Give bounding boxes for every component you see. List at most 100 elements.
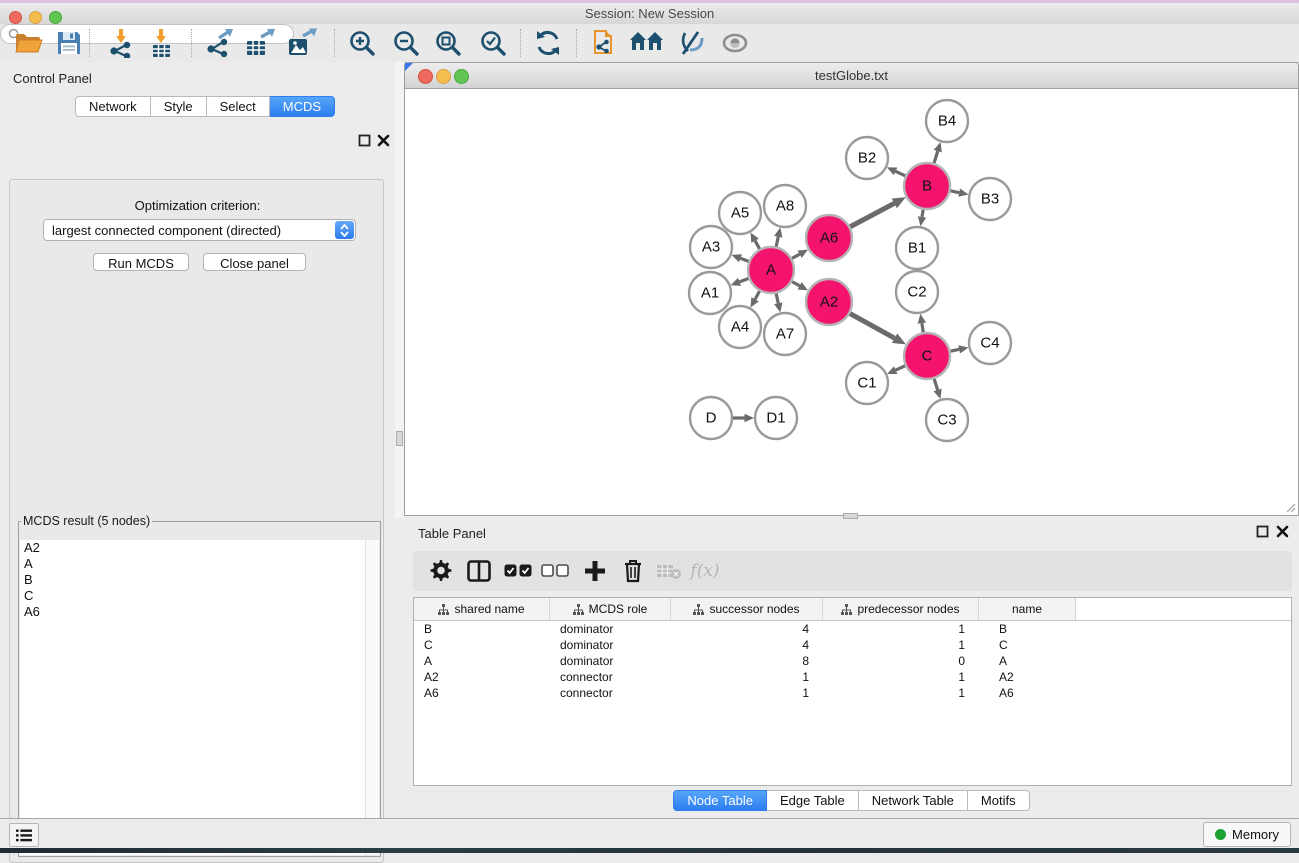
deselect-all-columns-icon[interactable] xyxy=(541,558,569,584)
column-header-successor-nodes[interactable]: successor nodes xyxy=(671,598,823,620)
column-header-shared-name[interactable]: shared name xyxy=(414,598,550,620)
tab-style[interactable]: Style xyxy=(151,96,207,117)
table-cell[interactable]: connector xyxy=(550,670,671,684)
import-table-icon[interactable] xyxy=(144,28,178,58)
edge-C-C4[interactable] xyxy=(951,345,969,353)
graph-node-D[interactable]: D xyxy=(690,397,732,439)
edge-B-B4[interactable] xyxy=(934,142,942,163)
edge-A6-B[interactable] xyxy=(850,197,906,227)
graph-node-A2[interactable]: A2 xyxy=(806,279,852,325)
tab-mcds[interactable]: MCDS xyxy=(270,96,335,117)
edge-B-B3[interactable] xyxy=(951,188,969,196)
edge-A-A2[interactable] xyxy=(792,282,808,291)
graph-node-A[interactable]: A xyxy=(748,247,794,293)
table-cell[interactable]: 1 xyxy=(823,686,979,700)
export-network-icon[interactable] xyxy=(203,28,237,58)
export-table-icon[interactable] xyxy=(243,28,277,58)
table-cell[interactable]: 1 xyxy=(823,638,979,652)
zoom-in-icon[interactable] xyxy=(345,28,379,58)
mcds-result-item[interactable]: A xyxy=(20,556,379,572)
tab-network[interactable]: Network xyxy=(75,96,151,117)
graph-node-C1[interactable]: C1 xyxy=(846,362,888,404)
table-cell[interactable]: 8 xyxy=(671,654,823,668)
tab-node-table[interactable]: Node Table xyxy=(673,790,767,811)
split-view-icon[interactable] xyxy=(465,558,493,584)
mcds-result-item[interactable]: A6 xyxy=(20,604,379,620)
edge-A-A3[interactable] xyxy=(732,254,749,262)
zoom-out-icon[interactable] xyxy=(389,28,423,58)
table-cell[interactable]: B xyxy=(979,622,1076,636)
table-cell[interactable]: 1 xyxy=(823,670,979,684)
eye-icon[interactable] xyxy=(718,28,752,58)
mcds-result-item[interactable]: B xyxy=(20,572,379,588)
table-cell[interactable]: 4 xyxy=(671,622,823,636)
refresh-icon[interactable] xyxy=(531,28,565,58)
graph-node-B3[interactable]: B3 xyxy=(969,178,1011,220)
column-header-predecessor-nodes[interactable]: predecessor nodes xyxy=(823,598,979,620)
graph-node-A7[interactable]: A7 xyxy=(764,313,806,355)
network-window-titlebar[interactable]: testGlobe.txt xyxy=(405,63,1298,89)
float-panel-icon[interactable] xyxy=(358,134,371,147)
close-table-panel-icon[interactable] xyxy=(1276,525,1289,538)
task-history-button[interactable] xyxy=(9,823,39,847)
resize-grip-icon[interactable] xyxy=(1284,501,1296,513)
zoom-selected-icon[interactable] xyxy=(476,28,510,58)
horizontal-splitter-handle[interactable] xyxy=(843,513,858,519)
table-cell[interactable]: 1 xyxy=(671,686,823,700)
edge-A-A8[interactable] xyxy=(774,227,782,246)
column-header-MCDS-role[interactable]: MCDS role xyxy=(550,598,671,620)
float-table-panel-icon[interactable] xyxy=(1256,525,1269,538)
close-panel-button[interactable]: Close panel xyxy=(203,253,306,271)
network-graph-canvas[interactable]: AA1A2A3A4A5A6A7A8BB1B2B3B4CC1C2C3C4DD1 xyxy=(405,88,1298,515)
edge-A-A7[interactable] xyxy=(774,293,782,312)
table-cell[interactable]: 1 xyxy=(671,670,823,684)
table-cell[interactable]: A6 xyxy=(414,686,550,700)
table-settings-icon[interactable] xyxy=(427,558,455,584)
table-cell[interactable]: 4 xyxy=(671,638,823,652)
edge-A2-C[interactable] xyxy=(850,314,906,345)
table-row[interactable]: Bdominator41B xyxy=(414,621,1291,637)
add-column-icon[interactable] xyxy=(581,558,609,584)
table-cell[interactable]: C xyxy=(414,638,550,652)
edge-C-C3[interactable] xyxy=(934,379,942,399)
graph-node-C[interactable]: C xyxy=(904,333,950,379)
edge-B-B2[interactable] xyxy=(887,167,905,176)
edge-A-A5[interactable] xyxy=(751,232,760,249)
edge-D-D1[interactable] xyxy=(733,414,754,423)
scrollbar[interactable] xyxy=(365,540,379,855)
edge-C-C2[interactable] xyxy=(918,314,926,333)
import-network-icon[interactable] xyxy=(104,28,138,58)
graph-node-A4[interactable]: A4 xyxy=(719,306,761,348)
run-mcds-button[interactable]: Run MCDS xyxy=(93,253,189,271)
home-icon[interactable] xyxy=(630,28,664,58)
table-cell[interactable]: A xyxy=(414,654,550,668)
criterion-dropdown[interactable]: largest connected component (directed) xyxy=(43,219,356,241)
table-cell[interactable]: connector xyxy=(550,686,671,700)
hide-graphics-details-icon[interactable] xyxy=(674,28,708,58)
select-all-columns-icon[interactable] xyxy=(504,558,532,584)
new-network-from-selection-icon[interactable] xyxy=(588,28,622,58)
table-cell[interactable]: A2 xyxy=(414,670,550,684)
graph-node-A3[interactable]: A3 xyxy=(690,226,732,268)
graph-node-C2[interactable]: C2 xyxy=(896,271,938,313)
delete-column-icon[interactable] xyxy=(619,558,647,584)
table-cell[interactable]: dominator xyxy=(550,622,671,636)
table-cell[interactable]: 1 xyxy=(823,622,979,636)
graph-node-B4[interactable]: B4 xyxy=(926,100,968,142)
graph-node-A5[interactable]: A5 xyxy=(719,192,761,234)
mcds-result-item[interactable]: A2 xyxy=(20,540,379,556)
graph-node-B2[interactable]: B2 xyxy=(846,137,888,179)
edge-A-A1[interactable] xyxy=(731,278,749,286)
edge-C-C1[interactable] xyxy=(887,366,905,374)
tab-motifs[interactable]: Motifs xyxy=(968,790,1030,811)
table-row[interactable]: Adominator80A xyxy=(414,653,1291,669)
close-panel-icon[interactable] xyxy=(377,134,390,147)
graph-node-D1[interactable]: D1 xyxy=(755,397,797,439)
table-row[interactable]: A6connector11A6 xyxy=(414,685,1291,701)
tab-network-table[interactable]: Network Table xyxy=(859,790,968,811)
mcds-result-list[interactable]: A2ABCA6 xyxy=(20,540,379,855)
tab-select[interactable]: Select xyxy=(207,96,270,117)
table-cell[interactable]: dominator xyxy=(550,654,671,668)
open-session-icon[interactable] xyxy=(12,28,46,58)
column-header-name[interactable]: name xyxy=(979,598,1076,620)
